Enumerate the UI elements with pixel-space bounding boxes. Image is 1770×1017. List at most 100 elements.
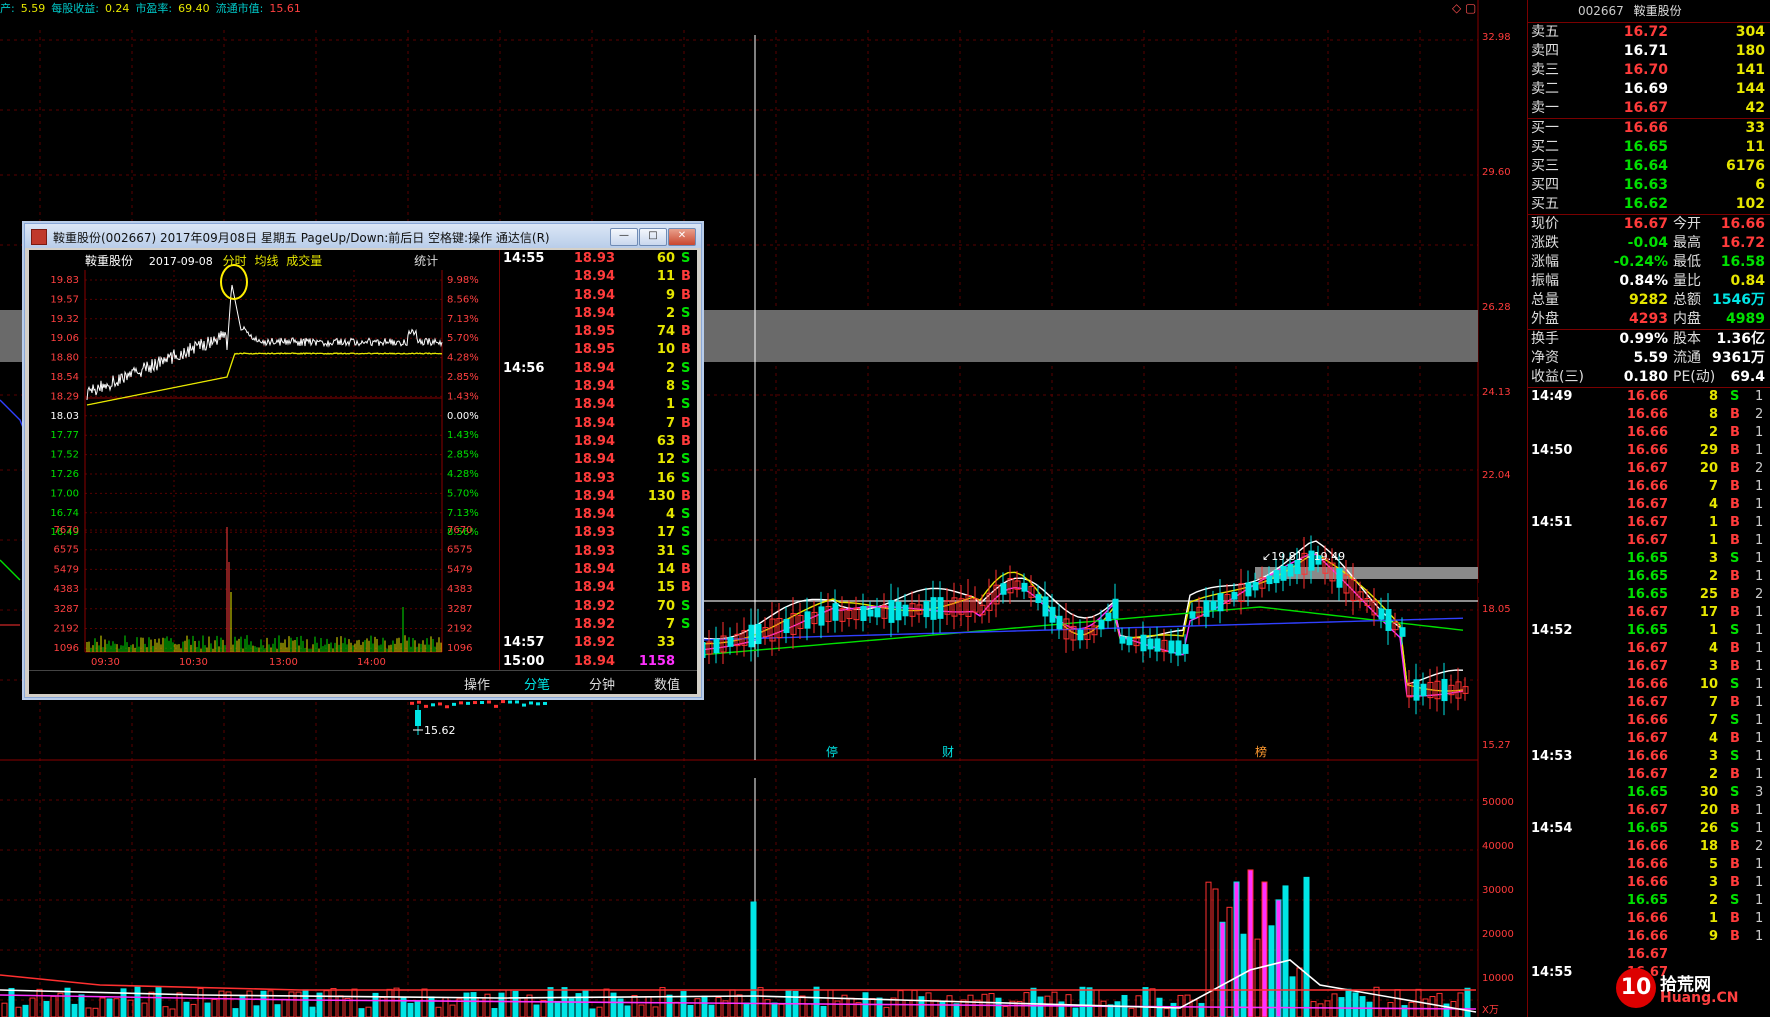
tick-count: 1 — [1755, 767, 1764, 782]
tick-row: 14:49 16.66 8 S 1 — [1528, 388, 1770, 406]
volume-bar — [757, 987, 764, 1017]
candle-body — [1000, 583, 1007, 595]
stat-label: 总额 — [1673, 292, 1701, 308]
bid-level-row[interactable]: 买五 16.62 102 — [1528, 195, 1770, 214]
stat-value: 4989 — [1726, 311, 1765, 327]
popup-tick-direction: B — [681, 415, 691, 431]
volume-bar — [512, 990, 519, 1017]
stat-button[interactable]: 统计 — [414, 254, 438, 268]
popup-titlebar[interactable]: 鞍重股份(002667) 2017年09月08日 星期五 PageUp/Down… — [25, 224, 701, 248]
volume-bar — [638, 1004, 645, 1017]
volume-bar — [1, 1002, 8, 1017]
tab-minute[interactable]: 分钟 — [589, 674, 615, 693]
ask-level-row[interactable]: 卖五 16.72 304 — [1528, 23, 1770, 42]
intraday-chart[interactable]: 19.83 19.57 19.32 19.06 18.80 18.54 18.29 18.03… — [29, 250, 497, 670]
tick-direction: B — [1730, 929, 1740, 944]
tick-count: 1 — [1755, 479, 1764, 494]
stat-label: PE(动) — [1673, 369, 1716, 385]
popup-pct-label: 9.98% — [447, 275, 479, 286]
volume-bar — [890, 997, 897, 1017]
popup-tick-direction: B — [681, 324, 691, 340]
candle-body — [1336, 568, 1343, 588]
popup-pct-label: 0.00% — [447, 411, 479, 422]
ask-level-row[interactable]: 卖三 16.70 141 — [1528, 61, 1770, 80]
bid-level-row[interactable]: 买二 16.65 11 — [1528, 138, 1770, 157]
level-price: 16.64 — [1623, 158, 1668, 174]
volume-bar — [673, 1001, 680, 1017]
tick-volume: 2 — [1708, 767, 1718, 782]
tick-direction: B — [1730, 497, 1740, 512]
volume-bar — [554, 1000, 561, 1017]
stock-title: 002667 鞍重股份 — [1528, 0, 1770, 23]
stat-value: 0.180 — [1623, 369, 1668, 385]
ask-level-row[interactable]: 卖二 16.69 144 — [1528, 80, 1770, 99]
level-price: 16.69 — [1623, 81, 1668, 97]
info-label: 流通市值: — [215, 2, 264, 15]
level-price: 16.72 — [1623, 24, 1668, 40]
tick-volume: 9 — [1708, 929, 1718, 944]
popup-tick-price: 18.94 — [573, 507, 615, 523]
popup-price-label: 17.26 — [50, 469, 79, 480]
bid-level-row[interactable]: 买四 16.63 6 — [1528, 176, 1770, 195]
close-button[interactable]: ✕ — [668, 228, 696, 246]
volume-bar — [330, 988, 337, 1017]
candle-body — [473, 701, 477, 705]
tick-price: 16.67 — [1626, 497, 1668, 512]
tick-row: 16.67 1 B 1 — [1528, 532, 1770, 550]
tick-direction: S — [1730, 893, 1740, 908]
popup-tick-volume: 17 — [656, 525, 675, 541]
tab-operate[interactable]: 操作 — [464, 674, 490, 693]
candle-body — [713, 638, 720, 654]
popup-pct-label: 1.43% — [447, 391, 479, 402]
popup-vol-label: 4383 — [447, 584, 472, 595]
tick-count: 1 — [1755, 713, 1764, 728]
popup-tick-price: 18.94 — [573, 433, 615, 449]
tick-row: 16.65 25 B 2 — [1528, 586, 1770, 604]
volume-bar — [631, 995, 638, 1017]
popup-tick-volume: 2 — [665, 360, 675, 376]
ask-level-row[interactable]: 卖四 16.71 180 — [1528, 42, 1770, 61]
stat-label: 内盘 — [1673, 311, 1701, 327]
tick-price: 16.66 — [1626, 911, 1668, 926]
bid-level-row[interactable]: 买三 16.64 6176 — [1528, 157, 1770, 176]
candle-body — [783, 618, 790, 634]
tick-count: 1 — [1755, 929, 1764, 944]
ask-level-row[interactable]: 卖一 16.67 42 — [1528, 99, 1770, 118]
popup-tick-time: 14:56 — [503, 360, 545, 376]
watermark-logo: 10 拾荒网 Huang.CN — [1616, 968, 1766, 1008]
tick-row: 16.67 4 B 1 — [1528, 730, 1770, 748]
tick-direction: S — [1730, 677, 1740, 692]
tab-ticks[interactable]: 分笔 — [524, 674, 550, 693]
minimize-button[interactable]: — — [610, 228, 638, 246]
volume-bar — [505, 989, 512, 1017]
bid-level-row[interactable]: 买一 16.66 33 — [1528, 119, 1770, 138]
price-axis-label: 32.98 — [1482, 32, 1511, 43]
tick-row: 14:50 16.66 29 B 1 — [1528, 442, 1770, 460]
popup-tick-row: 18.94 8 S — [500, 378, 698, 396]
tick-direction: B — [1730, 803, 1740, 818]
volume-bar — [1079, 986, 1086, 1017]
tab-values[interactable]: 数值 — [654, 674, 680, 693]
popup-price-label: 19.83 — [50, 275, 79, 286]
popup-vol-label: 7670 — [447, 525, 472, 536]
stat-label: 股本 — [1673, 331, 1701, 347]
volume-bar — [148, 991, 155, 1017]
intraday-popup-window[interactable]: 鞍重股份(002667) 2017年09月08日 星期五 PageUp/Down… — [24, 223, 702, 698]
info-label: 市盈率: — [135, 2, 173, 15]
tick-direction: B — [1730, 659, 1740, 674]
volume-bar — [848, 997, 855, 1017]
volume-bar — [1219, 921, 1226, 1017]
volume-bar — [764, 999, 771, 1017]
tick-volume: 7 — [1708, 695, 1718, 710]
popup-tick-time: 15:00 — [503, 653, 545, 669]
tick-direction: B — [1730, 533, 1740, 548]
volume-bar — [939, 1000, 946, 1017]
tick-count: 1 — [1755, 641, 1764, 656]
popup-tick-price: 18.94 — [573, 415, 615, 431]
tick-row: 14:52 16.65 1 S 1 — [1528, 622, 1770, 640]
volume-bar — [491, 1008, 498, 1017]
volume-bar — [498, 992, 505, 1017]
level-label: 买三 — [1531, 158, 1559, 174]
maximize-button[interactable]: □ — [639, 228, 667, 246]
tick-volume: 4 — [1708, 497, 1718, 512]
